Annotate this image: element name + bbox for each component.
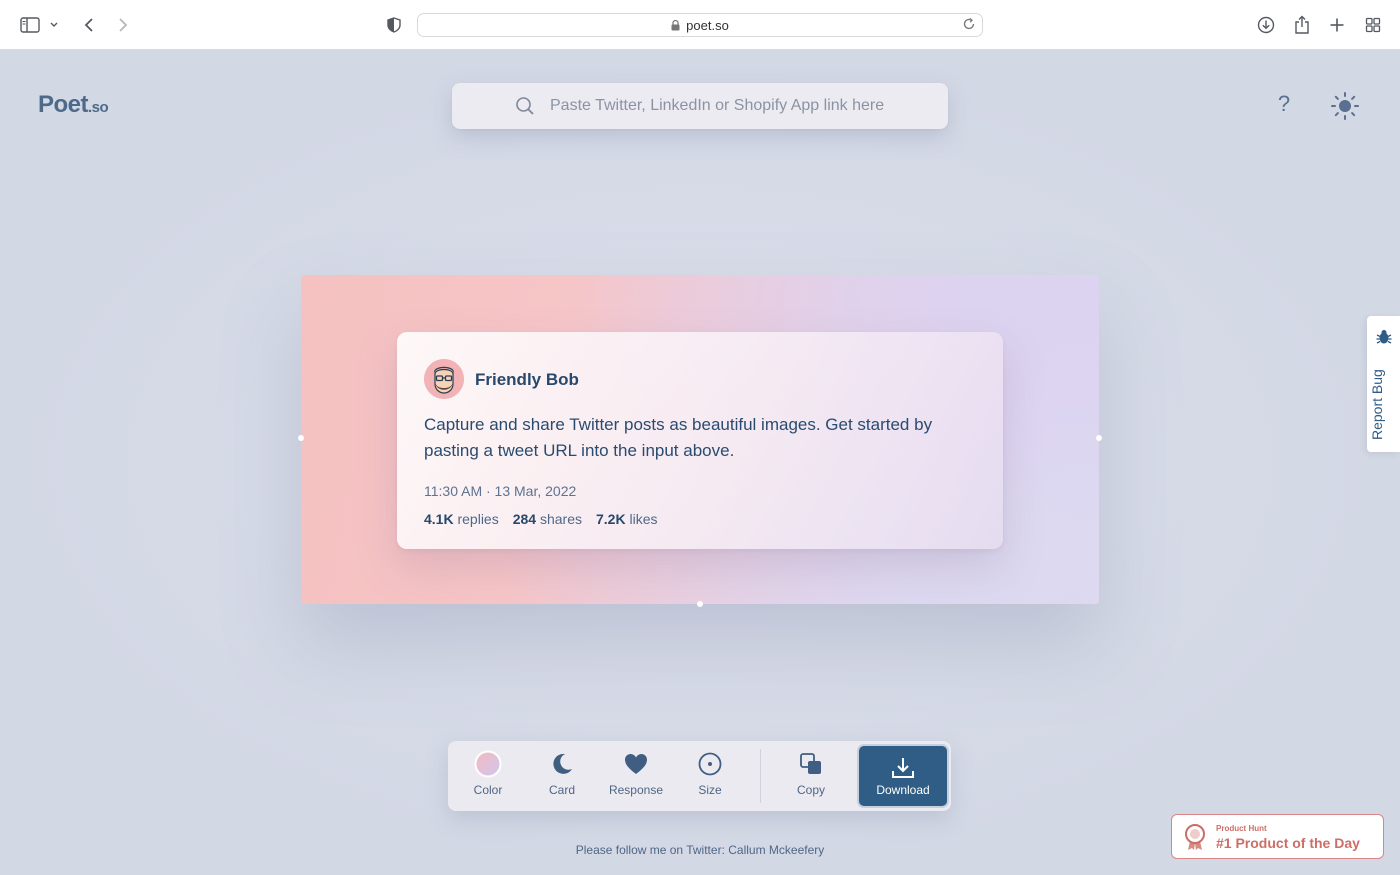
medal-icon bbox=[1182, 823, 1208, 856]
help-icon: ? bbox=[1277, 91, 1291, 116]
share-icon bbox=[1295, 15, 1309, 34]
resize-handle-bottom[interactable] bbox=[697, 601, 703, 607]
download-button[interactable]: Download bbox=[859, 746, 947, 806]
address-bar[interactable]: poet.so bbox=[417, 13, 983, 37]
response-button[interactable]: Response bbox=[601, 749, 671, 803]
shares-stat: 284 shares bbox=[513, 511, 582, 527]
help-button[interactable]: ? bbox=[1272, 91, 1296, 119]
back-button[interactable] bbox=[77, 13, 101, 37]
privacy-report-button[interactable] bbox=[382, 13, 406, 37]
color-label: Color bbox=[473, 783, 503, 797]
download-icon bbox=[892, 757, 914, 778]
tweet-timestamp: 11:30 AM · 13 Mar, 2022 bbox=[424, 483, 577, 499]
sun-icon bbox=[1331, 92, 1359, 120]
copy-icon bbox=[799, 749, 823, 779]
logo-main: Poet bbox=[38, 91, 89, 118]
shares-count: 284 bbox=[512, 511, 537, 527]
reload-button[interactable] bbox=[962, 17, 976, 34]
tweet-card: Friendly Bob Capture and share Twitter p… bbox=[397, 332, 1003, 549]
avatar bbox=[424, 359, 464, 399]
search-input[interactable] bbox=[550, 94, 930, 118]
poet-logo[interactable]: Poet.so bbox=[38, 91, 109, 119]
card-label: Card bbox=[548, 783, 575, 797]
size-label: Size bbox=[698, 783, 722, 797]
report-bug-label: Report Bug bbox=[1369, 369, 1385, 440]
likes-stat: 7.2K likes bbox=[596, 511, 657, 527]
browser-toolbar: poet.so bbox=[0, 0, 1400, 50]
lock-icon bbox=[671, 19, 680, 31]
replies-stat: 4.1K replies bbox=[424, 511, 499, 527]
download-label: Download bbox=[876, 782, 930, 797]
product-hunt-award: #1 Product of the Day bbox=[1216, 835, 1360, 851]
sidebar-icon bbox=[20, 17, 40, 33]
copy-button[interactable]: Copy bbox=[776, 749, 846, 803]
moon-icon bbox=[550, 749, 574, 779]
logo-suffix: .so bbox=[88, 99, 109, 116]
resize-handle-right[interactable] bbox=[1096, 435, 1102, 441]
size-circle-icon bbox=[698, 749, 722, 779]
toolbar-divider bbox=[760, 749, 761, 803]
image-canvas: Friendly Bob Capture and share Twitter p… bbox=[298, 275, 1102, 607]
chevron-down-icon bbox=[50, 22, 58, 27]
likes-count: 7.2K bbox=[596, 511, 626, 527]
downloads-button[interactable] bbox=[1254, 13, 1278, 37]
color-swatch-icon bbox=[474, 749, 502, 779]
color-button[interactable]: Color bbox=[453, 749, 523, 803]
resize-handle-left[interactable] bbox=[298, 435, 304, 441]
likes-label: likes bbox=[629, 511, 658, 527]
replies-label: replies bbox=[457, 511, 499, 527]
response-label: Response bbox=[608, 783, 664, 797]
theme-toggle-button[interactable] bbox=[1330, 91, 1360, 121]
tweet-author-name: Friendly Bob bbox=[475, 370, 579, 389]
report-bug-tab[interactable]: Report Bug bbox=[1367, 316, 1400, 452]
tweet-stats: 4.1K replies 284 shares 7.2K likes bbox=[424, 511, 657, 527]
download-circle-icon bbox=[1257, 16, 1275, 34]
new-tab-button[interactable] bbox=[1325, 13, 1349, 37]
chevron-right-icon bbox=[119, 18, 128, 32]
sidebar-toggle-button[interactable] bbox=[18, 13, 42, 37]
plus-icon bbox=[1330, 18, 1344, 32]
forward-button[interactable] bbox=[111, 13, 135, 37]
search-icon bbox=[515, 96, 535, 121]
grid-icon bbox=[1365, 17, 1381, 33]
editor-toolbar: Color Card Response Size Copy Download bbox=[448, 741, 951, 811]
page-content: Poet.so ? bbox=[0, 51, 1400, 875]
size-button[interactable]: Size bbox=[675, 749, 745, 803]
tab-group-dropdown-button[interactable] bbox=[44, 13, 64, 37]
reload-icon bbox=[963, 18, 975, 30]
replies-count: 4.1K bbox=[424, 511, 454, 527]
product-hunt-label: Product Hunt bbox=[1216, 824, 1267, 833]
share-button[interactable] bbox=[1290, 13, 1314, 37]
heart-icon bbox=[624, 749, 648, 779]
copy-label: Copy bbox=[796, 783, 825, 797]
shares-label: shares bbox=[539, 511, 582, 527]
url-text: poet.so bbox=[686, 17, 729, 33]
shield-icon bbox=[387, 17, 401, 33]
card-button[interactable]: Card bbox=[527, 749, 597, 803]
search-bar bbox=[452, 83, 948, 129]
product-hunt-badge[interactable]: Product Hunt #1 Product of the Day bbox=[1171, 814, 1384, 859]
tweet-text: Capture and share Twitter posts as beaut… bbox=[424, 415, 933, 460]
chevron-left-icon bbox=[84, 18, 93, 32]
tab-overview-button[interactable] bbox=[1361, 13, 1385, 37]
